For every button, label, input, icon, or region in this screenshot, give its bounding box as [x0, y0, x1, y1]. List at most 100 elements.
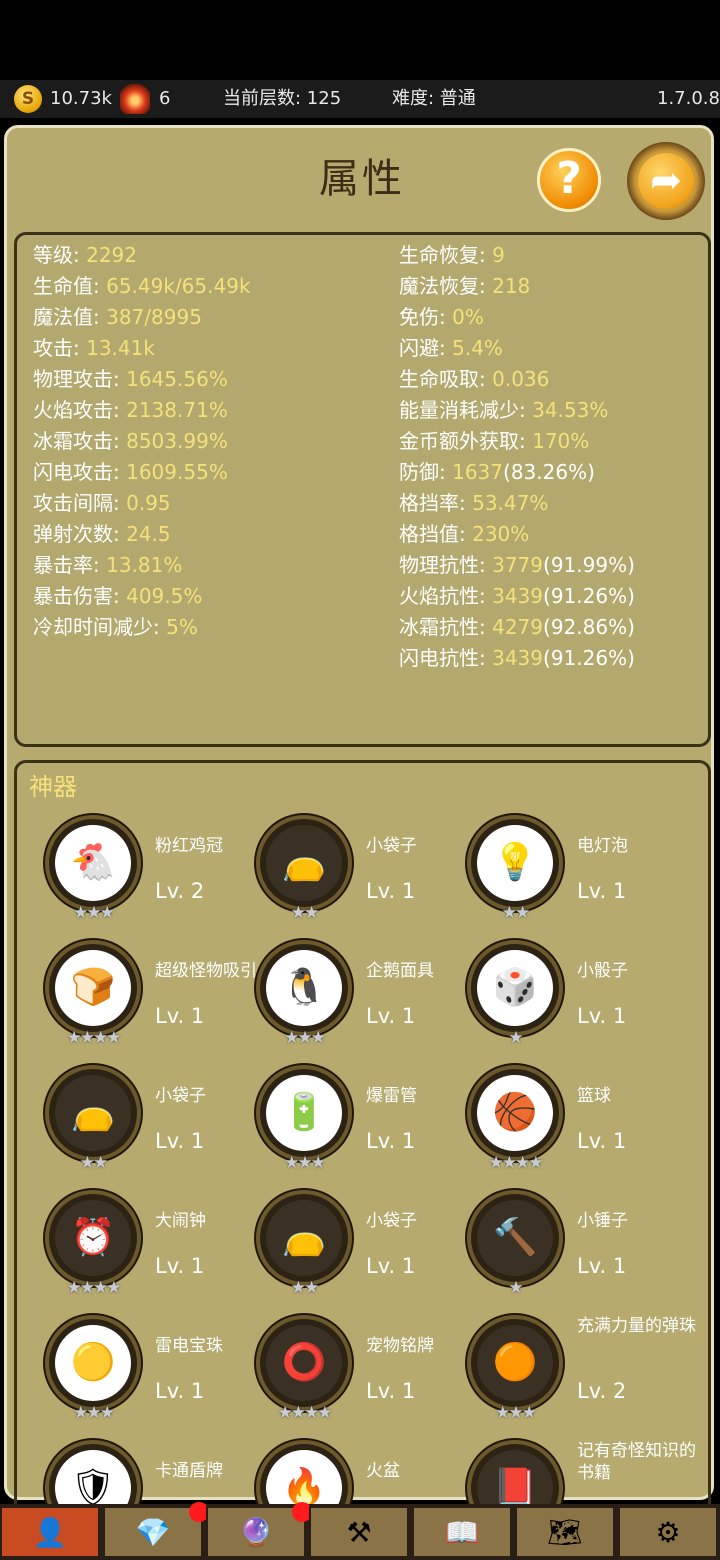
stat-label: 能量消耗减少: [399, 398, 533, 422]
artifact-card[interactable]: ⏰ 大闹钟 Lv. 1 ★★★★ [25, 1190, 235, 1300]
artifact-card[interactable]: 👝 小袋子 Lv. 1 ★★ [236, 815, 446, 925]
stat-label: 火焰抗性: [399, 584, 493, 608]
artifact-card[interactable]: ⭕ 宠物铭牌 Lv. 1 ★★★★ [236, 1315, 446, 1425]
artifact-image: ⏰ [55, 1200, 131, 1276]
stat-label: 魔法恢复: [399, 274, 493, 298]
stat-label: 攻击间隔: [33, 491, 127, 515]
stat-row: 攻击: 13.41k [33, 333, 251, 364]
artifact-image: 🍞 [55, 950, 131, 1026]
toast-icon: 🍞 [70, 967, 116, 1008]
stat-value: 65.49k/65.49k [106, 274, 251, 298]
artifact-image: 🎲 [477, 950, 553, 1026]
artifact-card[interactable]: 🐔 粉红鸡冠 Lv. 2 ★★★ [25, 815, 235, 925]
stat-label: 暴击率: [33, 553, 107, 577]
artifact-name: 小锤子 [577, 1211, 628, 1231]
artifact-level: Lv. 2 [155, 879, 205, 903]
artifact-name: 卡通盾牌 [155, 1461, 223, 1481]
stat-label: 冰霜抗性: [399, 615, 493, 639]
stat-value: 53.47% [472, 491, 549, 515]
stat-label: 闪电攻击: [33, 460, 127, 484]
tab-settings-gear[interactable]: ⚙ [618, 1506, 718, 1558]
artifact-card[interactable]: 👝 小袋子 Lv. 1 ★★ [25, 1065, 235, 1175]
next-button[interactable]: ➦ [627, 142, 705, 220]
artifact-card[interactable]: 💡 电灯泡 Lv. 1 ★★ [447, 815, 657, 925]
stat-label: 免伤: [399, 305, 453, 329]
artifact-name: 企鹅面具 [366, 961, 434, 981]
artifact-name: 小袋子 [366, 1211, 417, 1231]
artifact-level: Lv. 1 [366, 879, 416, 903]
stat-label: 生命恢复: [399, 243, 493, 267]
artifact-level: Lv. 1 [366, 1379, 416, 1403]
artifact-card[interactable]: 🍞 超级怪物吸引 Lv. 1 ★★★★ [25, 940, 257, 1050]
artifact-card[interactable]: 🔋 爆雷管 Lv. 1 ★★★ [236, 1065, 446, 1175]
artifact-card[interactable]: 🔨 小锤子 Lv. 1 ★ [447, 1190, 657, 1300]
artifact-card[interactable]: 🎲 小骰子 Lv. 1 ★ [447, 940, 657, 1050]
artifact-frame: 🔋 [256, 1065, 352, 1161]
stat-label: 格挡率: [399, 491, 473, 515]
stat-row: 防御: 1637(83.26%) [399, 457, 635, 488]
artifact-level: Lv. 1 [366, 1129, 416, 1153]
help-button[interactable]: ? [537, 148, 601, 212]
stat-value: 24.5 [126, 522, 171, 546]
artifact-image: 💡 [477, 825, 553, 901]
stat-label: 冷却时间减少: [33, 615, 167, 639]
stat-value: 409.5% [126, 584, 203, 608]
stat-label: 火焰攻击: [33, 398, 127, 422]
artifact-stars: ★★★ [495, 1403, 537, 1423]
difficulty-indicator: 难度: 普通 [392, 88, 476, 109]
artifact-stars: ★★ [290, 903, 319, 923]
stat-value: 0.95 [126, 491, 171, 515]
artifact-card[interactable]: 🟡 雷电宝珠 Lv. 1 ★★★ [25, 1315, 235, 1425]
artifact-name: 火盆 [366, 1461, 400, 1481]
artifacts-box: 神器 🐔 粉红鸡冠 Lv. 2 ★★★ 👝 小袋子 Lv. 1 ★★ 💡 电灯泡 Lv. 1 ★★ 🍞 超… [14, 760, 711, 1520]
stat-value: 230% [472, 522, 530, 546]
status-bar: 10.73k 6 当前层数: 125 难度: 普通 1.7.0.8 [0, 80, 720, 118]
artifact-name: 爆雷管 [366, 1086, 417, 1106]
artifact-stars: ★★★★ [488, 1153, 544, 1173]
tab-crystal[interactable]: 💎 [103, 1502, 209, 1558]
stat-value: 34.53% [532, 398, 609, 422]
attributes-panel: 属性 ? ➦ 等级: 2292 生命值: 65.49k/65.49k 魔法值: 38… [4, 125, 714, 1520]
artifact-image: 🏀 [477, 1075, 553, 1151]
artifact-stars: ★★★★ [66, 1278, 122, 1298]
artifact-card[interactable]: 🐧 企鹅面具 Lv. 1 ★★★ [236, 940, 446, 1050]
artifact-frame: 👝 [256, 815, 352, 911]
artifact-card[interactable]: 🟠 充满力量的弹珠 Lv. 2 ★★★ [447, 1315, 696, 1425]
artifact-frame: 🍞 [45, 940, 141, 1036]
tab-spellbook[interactable]: 📖 [412, 1506, 512, 1558]
tab-purple-gem[interactable]: 🔮 [206, 1502, 312, 1558]
tab-map[interactable]: 🗺 [515, 1506, 615, 1558]
crystal-icon: 💎 [135, 1516, 171, 1549]
stat-row: 等级: 2292 [33, 240, 251, 271]
stat-label: 生命吸取: [399, 367, 493, 391]
stat-row: 格挡值: 230% [399, 519, 635, 550]
stat-value: 8503.99% [126, 429, 228, 453]
artifact-card[interactable]: 🏀 篮球 Lv. 1 ★★★★ [447, 1065, 657, 1175]
stat-label: 物理抗性: [399, 553, 493, 577]
artifact-name: 雷电宝珠 [155, 1336, 223, 1356]
stat-value: 4279 [492, 615, 544, 639]
floor-indicator: 当前层数: 125 [223, 88, 342, 109]
hammer-icon: 🔨 [492, 1217, 538, 1258]
stat-percent: (92.86%) [543, 615, 635, 639]
stat-row: 冰霜攻击: 8503.99% [33, 426, 251, 457]
artifact-image: 👝 [55, 1075, 131, 1151]
stat-label: 等级: [33, 243, 87, 267]
tab-anvil[interactable]: ⚒ [309, 1506, 409, 1558]
gem-count: 6 [159, 88, 171, 109]
stat-value: 3439 [492, 646, 544, 670]
stat-row: 魔法恢复: 218 [399, 271, 635, 302]
pouch-icon: 👝 [70, 1092, 116, 1133]
artifact-stars: ★★★ [73, 1403, 115, 1423]
artifact-level: Lv. 2 [577, 1379, 627, 1403]
stat-value: 0.036 [492, 367, 550, 391]
artifact-name: 大闹钟 [155, 1211, 206, 1231]
artifact-frame: 🐔 [45, 815, 141, 911]
artifact-image: 🟡 [55, 1325, 131, 1401]
tab-character[interactable]: 👤 [0, 1506, 100, 1558]
alarm-clock-icon: ⏰ [70, 1217, 116, 1258]
artifact-stars: ★ [508, 1028, 523, 1048]
artifact-card[interactable]: 👝 小袋子 Lv. 1 ★★ [236, 1190, 446, 1300]
stat-label: 闪避: [399, 336, 453, 360]
stat-percent: (91.26%) [543, 584, 635, 608]
